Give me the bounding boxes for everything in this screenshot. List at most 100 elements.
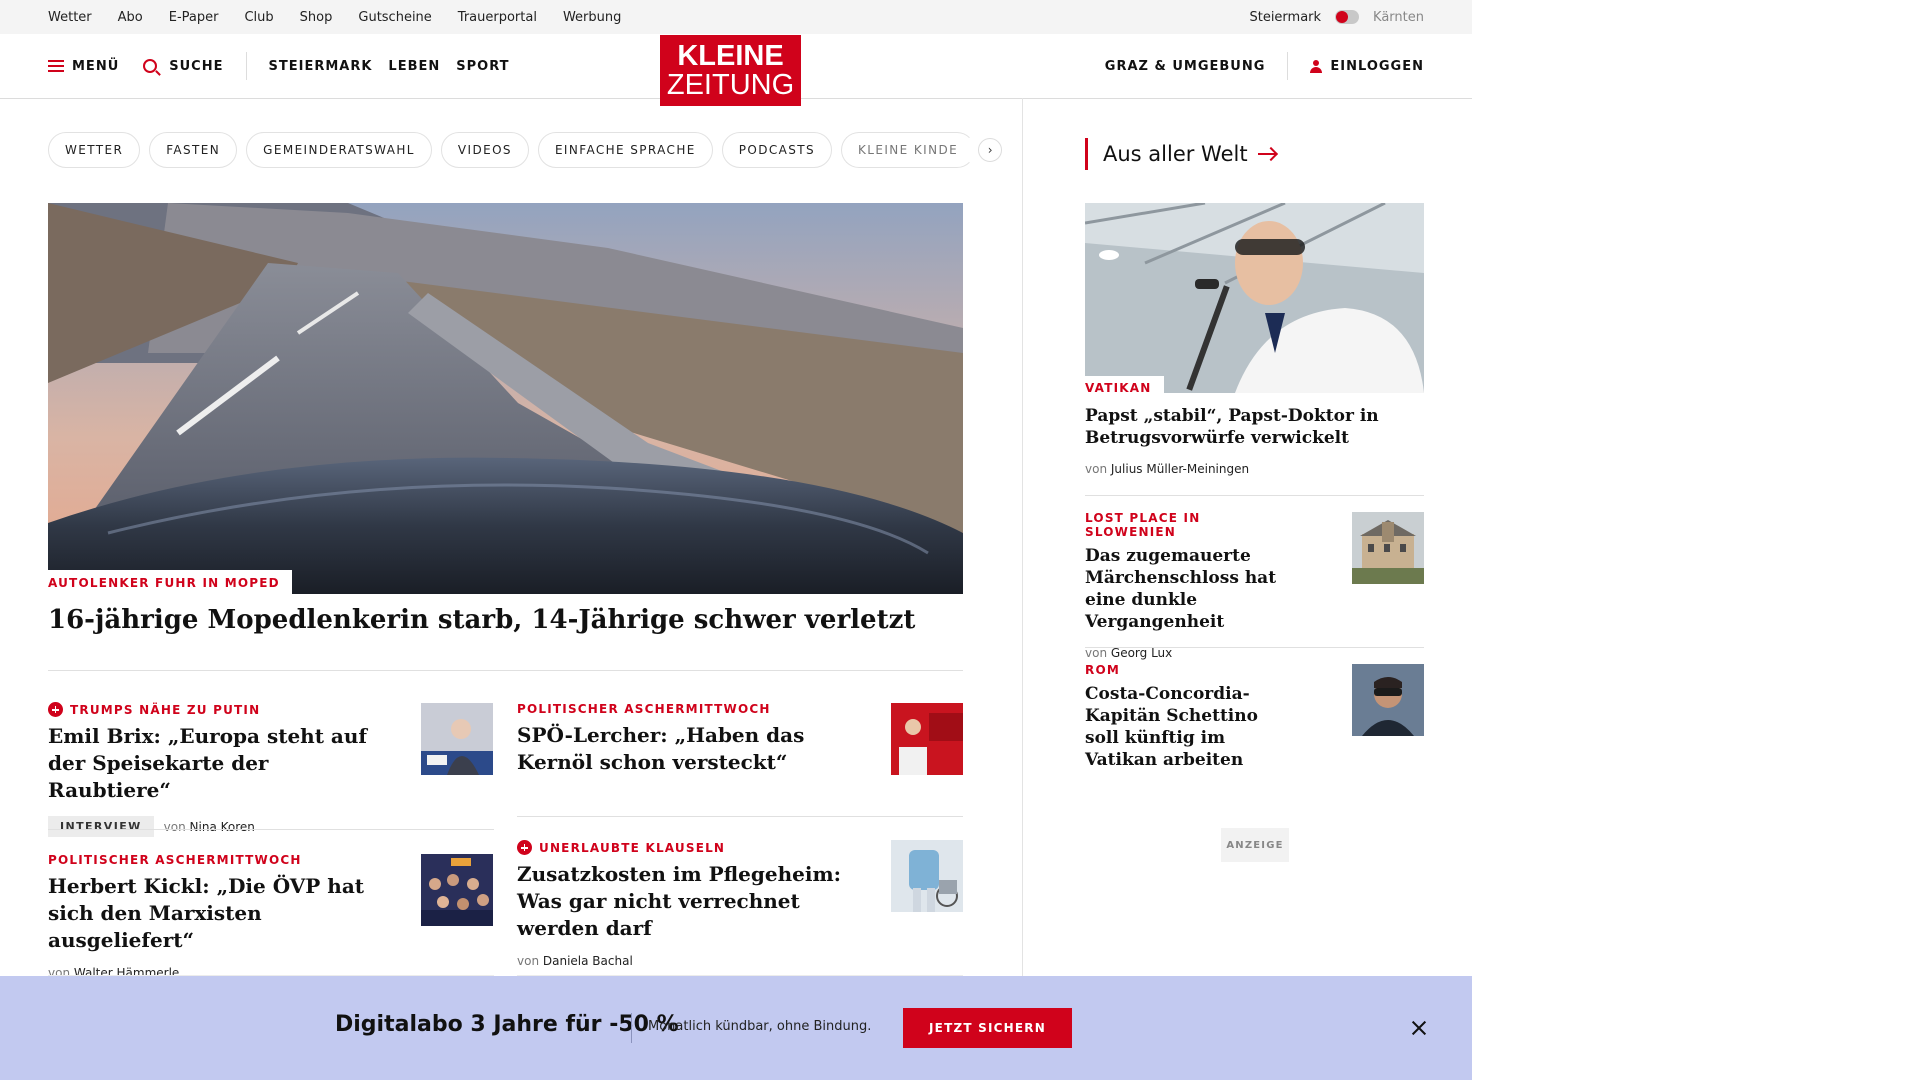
- article-kicker: POLITISCHER ASCHERMITTWOCH: [48, 853, 368, 867]
- region-steiermark[interactable]: Steiermark: [1249, 10, 1321, 25]
- sidebar-thumbnail[interactable]: [1352, 512, 1424, 584]
- article-title[interactable]: Herbert Kickl: „Die ÖVP hat sich den Mar…: [48, 873, 368, 954]
- plus-icon: [48, 702, 63, 717]
- chip-kleine-kinder[interactable]: KLEINE KINDE: [841, 132, 976, 168]
- util-link-gutscheine[interactable]: Gutscheine: [358, 10, 431, 25]
- divider: [48, 829, 494, 830]
- banner-divider: [631, 1013, 632, 1043]
- region-link[interactable]: GRAZ & UMGEBUNG: [1105, 59, 1266, 74]
- article-card[interactable]: POLITISCHER ASCHERMITTWOCH SPÖ-Lercher: …: [517, 702, 837, 776]
- article-kicker: POLITISCHER ASCHERMITTWOCH: [517, 702, 837, 716]
- divider: [517, 816, 963, 817]
- util-link-abo[interactable]: Abo: [118, 10, 143, 25]
- article-title[interactable]: Zusatzkosten im Pflegeheim: Was gar nich…: [517, 861, 867, 942]
- sidebar-item-title[interactable]: Costa-Concordia-Kapitän Schettino soll k…: [1085, 683, 1295, 771]
- sidebar-item-title[interactable]: Das zugemauerte Märchenschloss hat eine …: [1085, 545, 1295, 633]
- login-button[interactable]: EINLOGGEN: [1310, 59, 1424, 74]
- kicker-text: POLITISCHER ASCHERMITTWOCH: [517, 702, 771, 716]
- sidebar-item-kicker: LOST PLACE IN SLOWENIEN: [1085, 511, 1201, 539]
- chip-videos[interactable]: VIDEOS: [440, 132, 529, 168]
- topic-chips: WETTER FASTEN GEMEINDERATSWAHL VIDEOS EI…: [48, 132, 1003, 168]
- article-card[interactable]: TRUMPS NÄHE ZU PUTIN Emil Brix: „Europa …: [48, 702, 368, 837]
- hero-image[interactable]: [48, 203, 963, 594]
- sidebar-item-title[interactable]: Papst „stabil“, Papst-Doktor in Betrugsv…: [1085, 405, 1424, 449]
- byline-prefix: von: [163, 819, 186, 834]
- author-name[interactable]: Daniela Bachal: [543, 954, 633, 968]
- author-name[interactable]: Julius Müller-Meiningen: [1111, 462, 1249, 476]
- subscription-banner: Digitalabo 3 Jahre für -50 % Monatlich k…: [0, 976, 1472, 1080]
- subscribe-button[interactable]: JETZT SICHERN: [903, 1008, 1072, 1048]
- author-name[interactable]: Georg Lux: [1111, 646, 1172, 660]
- util-link-shop[interactable]: Shop: [300, 10, 333, 25]
- nav-steiermark[interactable]: STEIERMARK: [269, 59, 373, 74]
- main-header: MENÜ SUCHE STEIERMARK LEBEN SPORT KLEINE…: [0, 34, 1472, 106]
- chevron-right-icon[interactable]: ›: [978, 138, 1003, 162]
- nav-sport[interactable]: SPORT: [456, 59, 509, 74]
- interview-badge: INTERVIEW: [48, 816, 154, 837]
- region-switch: Steiermark Kärnten: [1249, 0, 1424, 34]
- byline-prefix: von: [517, 954, 540, 968]
- logo-line1: KLEINE: [677, 39, 784, 72]
- sidebar-byline: von Julius Müller-Meiningen: [1085, 462, 1424, 476]
- menu-button[interactable]: MENÜ: [48, 59, 119, 74]
- util-link-wetter[interactable]: Wetter: [48, 10, 92, 25]
- article-thumbnail[interactable]: [421, 854, 493, 926]
- sidebar-kicker[interactable]: VATIKAN: [1085, 376, 1164, 398]
- header-nav: STEIERMARK LEBEN SPORT: [269, 59, 510, 74]
- banner-text: Monatlich kündbar, ohne Bindung.: [648, 1019, 872, 1034]
- region-kaernten[interactable]: Kärnten: [1373, 10, 1424, 25]
- chip-fasten[interactable]: FASTEN: [149, 132, 238, 168]
- article-kicker: UNERLAUBTE KLAUSELN: [517, 840, 867, 855]
- article-kicker: TRUMPS NÄHE ZU PUTIN: [48, 702, 368, 717]
- author-name[interactable]: Nina Koren: [190, 820, 255, 834]
- sidebar-byline: von Georg Lux: [1085, 646, 1295, 660]
- util-link-werbung[interactable]: Werbung: [563, 10, 621, 25]
- section-heading-text: Aus aller Welt: [1103, 142, 1248, 166]
- logo-line2: ZEITUNG: [666, 68, 795, 101]
- article-title[interactable]: Emil Brix: „Europa steht auf der Speisek…: [48, 723, 368, 804]
- util-link-trauerportal[interactable]: Trauerportal: [458, 10, 537, 25]
- util-link-club[interactable]: Club: [244, 10, 273, 25]
- divider: [1085, 495, 1424, 496]
- article-thumbnail[interactable]: [891, 703, 963, 775]
- chip-gemeinderatswahl[interactable]: GEMEINDERATSWAHL: [246, 132, 432, 168]
- divider: [48, 670, 963, 671]
- search-icon: [143, 59, 158, 73]
- sidebar-thumbnail[interactable]: [1352, 664, 1424, 736]
- column-divider: [1022, 98, 1023, 998]
- article-card[interactable]: UNERLAUBTE KLAUSELN Zusatzkosten im Pfle…: [517, 840, 867, 968]
- chip-podcasts[interactable]: PODCASTS: [721, 132, 833, 168]
- toggle-knob: [1336, 11, 1349, 23]
- sidebar-item[interactable]: Papst „stabil“, Papst-Doktor in Betrugsv…: [1085, 405, 1424, 476]
- hero-kicker[interactable]: AUTOLENKER FUHR IN MOPED: [48, 570, 292, 594]
- banner-title: Digitalabo 3 Jahre für -50 %: [335, 1012, 679, 1037]
- hero-headline[interactable]: 16-jährige Mopedlenkerin starb, 14-Jähri…: [48, 603, 963, 637]
- article-thumbnail[interactable]: [891, 840, 963, 912]
- ad-label: ANZEIGE: [1221, 828, 1289, 862]
- sidebar-item[interactable]: ROM Costa-Concordia-Kapitän Schettino so…: [1085, 663, 1295, 771]
- site-logo[interactable]: KLEINE ZEITUNG: [660, 35, 801, 106]
- sidebar-item[interactable]: LOST PLACE IN SLOWENIEN Das zugemauerte …: [1085, 511, 1295, 660]
- utility-links: Wetter Abo E-Paper Club Shop Gutscheine …: [48, 0, 621, 34]
- utility-bar: Wetter Abo E-Paper Club Shop Gutscheine …: [0, 0, 1472, 34]
- close-icon[interactable]: [1410, 1019, 1428, 1037]
- article-thumbnail[interactable]: [421, 703, 493, 775]
- search-label: SUCHE: [169, 58, 224, 74]
- header-right: GRAZ & UMGEBUNG EINLOGGEN: [1105, 34, 1424, 98]
- chip-einfache-sprache[interactable]: EINFACHE SPRACHE: [537, 132, 713, 168]
- article-byline: von Daniela Bachal: [517, 954, 867, 968]
- kicker-text: TRUMPS NÄHE ZU PUTIN: [70, 702, 261, 717]
- menu-label: MENÜ: [72, 58, 120, 74]
- chip-wetter[interactable]: WETTER: [48, 132, 141, 168]
- article-card[interactable]: POLITISCHER ASCHERMITTWOCH Herbert Kickl…: [48, 853, 368, 980]
- byline-prefix: von: [1085, 646, 1108, 660]
- article-title[interactable]: SPÖ-Lercher: „Haben das Kernöl schon ver…: [517, 722, 837, 776]
- sidebar-lead-image[interactable]: [1085, 203, 1424, 393]
- section-heading[interactable]: Aus aller Welt: [1085, 138, 1276, 170]
- search-button[interactable]: SUCHE: [143, 59, 223, 74]
- region-toggle[interactable]: [1335, 10, 1360, 24]
- page: Wetter Abo E-Paper Club Shop Gutscheine …: [0, 0, 1472, 1080]
- kicker-text: UNERLAUBTE KLAUSELN: [539, 840, 726, 855]
- util-link-epaper[interactable]: E-Paper: [169, 10, 219, 25]
- nav-leben[interactable]: LEBEN: [388, 59, 440, 74]
